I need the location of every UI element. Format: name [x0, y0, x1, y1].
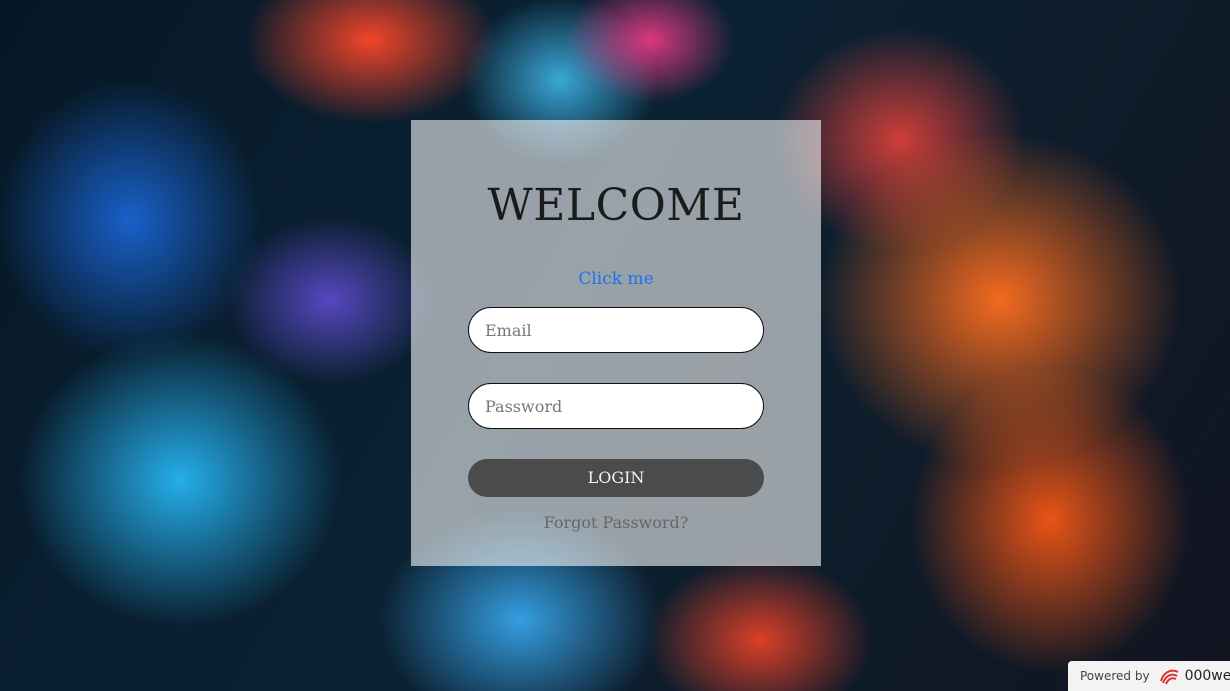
brand-name: 000web — [1184, 668, 1230, 684]
page-title: WELCOME — [487, 180, 745, 231]
powered-by-label: Powered by — [1080, 669, 1150, 683]
login-card: WELCOME Click me LOGIN Forgot Password? — [411, 120, 821, 566]
click-me-link[interactable]: Click me — [411, 269, 821, 289]
password-field[interactable] — [468, 383, 764, 429]
000webhost-logo-icon — [1158, 667, 1180, 685]
forgot-password-link[interactable]: Forgot Password? — [411, 513, 821, 532]
email-field[interactable] — [468, 307, 764, 353]
powered-by-badge[interactable]: Powered by 000web — [1068, 661, 1230, 691]
login-button[interactable]: LOGIN — [468, 459, 764, 497]
